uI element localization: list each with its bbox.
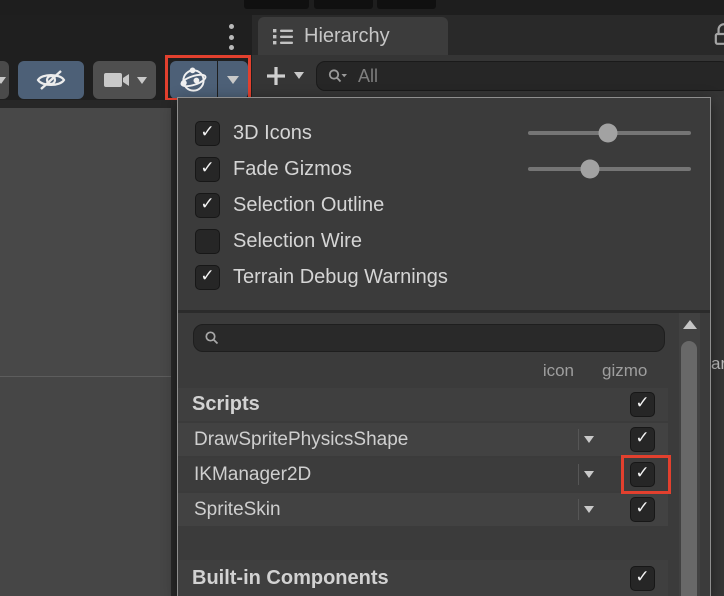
checkbox-3d-icons[interactable]: ✓ <box>195 121 220 146</box>
hierarchy-item-clipped-label: ar <box>711 354 724 374</box>
column-header-icon: icon <box>508 361 574 381</box>
option-row-3d-icons: ✓ 3D Icons <box>178 115 710 151</box>
unity-editor-window: Hierarchy ar <box>0 0 724 596</box>
chevron-down-icon <box>227 76 239 84</box>
section-label: Built-in Components <box>192 567 389 590</box>
section-label: Scripts <box>192 393 260 416</box>
option-row-selection-wire: Selection Wire <box>178 223 710 259</box>
option-label: Selection Outline <box>233 194 384 217</box>
toolbar-lower-edge <box>0 100 177 108</box>
tab-hierarchy[interactable]: Hierarchy <box>258 17 448 55</box>
eye-slash-icon <box>35 68 67 92</box>
scroll-up-icon[interactable] <box>683 320 697 329</box>
icon-dropdown-icon[interactable] <box>584 471 594 478</box>
builtin-gizmo-checkbox[interactable]: ✓ <box>630 566 655 591</box>
scene-camera-button[interactable] <box>93 61 156 99</box>
gizmos-search-input[interactable] <box>220 328 644 348</box>
hierarchy-search-input[interactable] <box>356 65 660 88</box>
gizmo-sphere-icon <box>180 67 207 94</box>
option-label: Selection Wire <box>233 230 362 253</box>
cutoff-tab <box>377 0 436 9</box>
section-builtin-components: Built-in Components ✓ <box>178 560 668 596</box>
top-tab-strip <box>0 0 724 15</box>
script-name: SpriteSkin <box>194 499 281 521</box>
column-separator <box>578 429 579 450</box>
pane-menu-kebab-icon[interactable] <box>228 24 234 50</box>
row-drawspritephysicsshape[interactable]: DrawSpritePhysicsShape ✓ <box>178 423 668 456</box>
create-object-button[interactable] <box>262 62 290 90</box>
script-name: IKManager2D <box>194 464 311 486</box>
ikmanager2d-gizmo-checkbox[interactable]: ✓ <box>630 462 655 487</box>
camera-icon <box>103 70 130 90</box>
column-separator <box>578 499 579 520</box>
scripts-gizmo-checkbox[interactable]: ✓ <box>630 392 655 417</box>
slider-knob[interactable] <box>580 160 599 179</box>
section-scripts: Scripts ✓ <box>178 388 668 421</box>
scene-lower-region <box>0 377 177 596</box>
hierarchy-list-icon <box>272 27 294 46</box>
popup-divider <box>178 310 710 313</box>
checkbox-selection-outline[interactable]: ✓ <box>195 193 220 218</box>
fade-gizmos-slider[interactable] <box>528 151 691 187</box>
option-label: Terrain Debug Warnings <box>233 266 448 289</box>
gizmos-search-field[interactable] <box>193 324 665 352</box>
gizmos-dropdown-panel: ✓ 3D Icons ✓ Fade Gizmos ✓ Selection Out… <box>177 97 711 596</box>
checkbox-terrain-debug[interactable]: ✓ <box>195 265 220 290</box>
checkbox-fade-gizmos[interactable]: ✓ <box>195 157 220 182</box>
gizmo-checkbox[interactable]: ✓ <box>630 427 655 452</box>
chevron-down-icon <box>0 77 6 84</box>
slider-knob[interactable] <box>598 124 617 143</box>
icon-dropdown-icon[interactable] <box>584 436 594 443</box>
cutoff-tab <box>244 0 309 9</box>
scene-toolbar <box>0 57 252 100</box>
scene-visibility-button[interactable] <box>18 61 84 99</box>
scrollbar-thumb[interactable] <box>681 341 697 596</box>
row-spriteskin[interactable]: SpriteSkin ✓ <box>178 493 668 526</box>
icon-dropdown-icon[interactable] <box>584 506 594 513</box>
gizmos-toggle-button[interactable] <box>170 61 217 99</box>
scene-pane-header <box>0 15 252 57</box>
lock-icon[interactable] <box>712 21 724 52</box>
option-row-selection-outline: ✓ Selection Outline <box>178 187 710 223</box>
3d-icons-size-slider[interactable] <box>528 115 691 151</box>
row-ikmanager2d[interactable]: IKManager2D ✓ <box>178 458 668 491</box>
script-name: DrawSpritePhysicsShape <box>194 429 408 451</box>
search-filter-icon <box>327 68 348 84</box>
hierarchy-search-field[interactable] <box>316 61 724 91</box>
option-row-fade-gizmos: ✓ Fade Gizmos <box>178 151 710 187</box>
search-icon <box>204 330 220 346</box>
scene-view[interactable] <box>0 108 177 596</box>
gizmos-dropdown-button[interactable] <box>218 61 248 99</box>
tab-hierarchy-label: Hierarchy <box>304 25 390 48</box>
chevron-down-icon <box>137 77 147 84</box>
option-label: Fade Gizmos <box>233 158 352 181</box>
gizmo-checkbox[interactable]: ✓ <box>630 497 655 522</box>
hierarchy-toolbar <box>252 55 724 97</box>
slider-track <box>528 167 691 171</box>
column-header-gizmo: gizmo <box>602 361 660 381</box>
option-row-terrain-debug: ✓ Terrain Debug Warnings <box>178 259 710 295</box>
popup-scrollbar[interactable] <box>679 313 700 596</box>
option-label: 3D Icons <box>233 122 312 145</box>
cutoff-tab <box>314 0 373 9</box>
clipped-toolbar-button[interactable] <box>0 61 9 99</box>
plus-icon <box>265 65 287 87</box>
checkbox-selection-wire[interactable] <box>195 229 220 254</box>
create-object-dropdown-icon[interactable] <box>294 72 304 79</box>
column-separator <box>578 464 579 485</box>
hierarchy-tabstrip: Hierarchy <box>252 15 724 55</box>
